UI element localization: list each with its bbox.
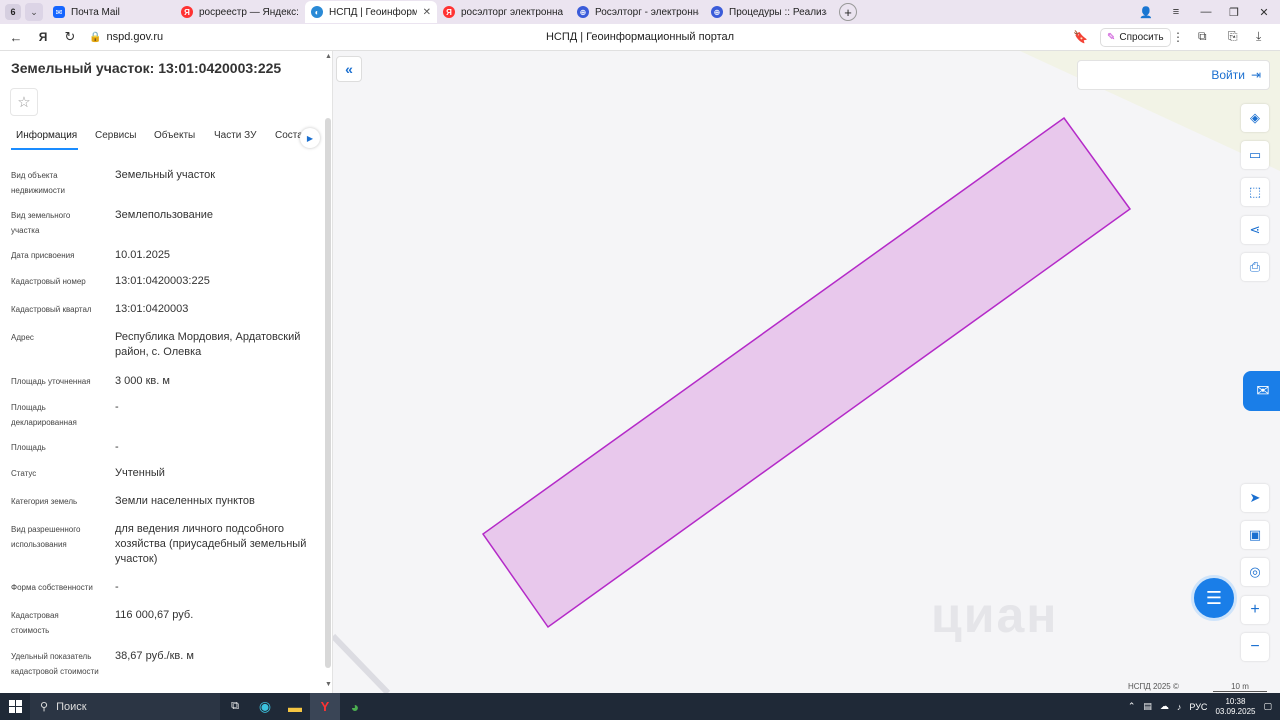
chrome-icon[interactable]: ◕ bbox=[340, 693, 370, 720]
collections-icon[interactable]: ⎘ bbox=[1228, 29, 1238, 44]
ask-button[interactable]: ✎ Спросить bbox=[1100, 28, 1171, 47]
print-icon[interactable]: ⎙ bbox=[1241, 253, 1269, 281]
map-canvas[interactable]: « Войти ⇥ ◈ ▭ ⬚ ⋖ ⎙ ✉ ➤ ▣ ◎ + − ☰ циан Н… bbox=[333, 51, 1280, 693]
reload-icon[interactable]: ↻ bbox=[59, 26, 81, 48]
tray-chevron-icon[interactable]: ⌃ bbox=[1128, 701, 1136, 712]
lock-icon: 🔒 bbox=[89, 31, 102, 43]
tabs-next-chevron-icon[interactable]: ▶ bbox=[300, 128, 320, 148]
map-copyright: НСПД 2025 © bbox=[1128, 682, 1179, 691]
ask-icon: ✎ bbox=[1107, 32, 1116, 43]
map-road-line bbox=[333, 633, 391, 693]
layers-icon[interactable]: ◈ bbox=[1241, 104, 1269, 132]
tab-procedures[interactable]: ⊕ Процедуры :: Реализация bbox=[705, 1, 833, 23]
edge-browser-icon[interactable]: ◉ bbox=[250, 693, 280, 720]
yandex-icon: Я bbox=[181, 6, 193, 18]
area-select-icon[interactable]: ⬚ bbox=[1241, 178, 1269, 206]
yandex-browser-icon[interactable]: Y bbox=[310, 693, 340, 720]
close-window-icon[interactable]: ✕ bbox=[1250, 0, 1278, 24]
extensions-icon[interactable]: ⧉ bbox=[1198, 29, 1207, 44]
zoom-in-icon[interactable]: + bbox=[1241, 596, 1269, 624]
login-arrow-icon: ⇥ bbox=[1250, 68, 1261, 82]
login-button[interactable]: Войти ⇥ bbox=[1077, 60, 1270, 90]
close-tab-icon[interactable]: ✕ bbox=[423, 7, 431, 18]
ruler-icon[interactable]: ▭ bbox=[1241, 141, 1269, 169]
side-widget-tab[interactable]: ✉ bbox=[1243, 371, 1280, 411]
bookmark-icon[interactable]: 🔖 bbox=[1073, 30, 1088, 44]
url-field[interactable]: 🔒 nspd.gov.ru bbox=[89, 31, 163, 43]
tab-objects[interactable]: Объекты bbox=[154, 130, 195, 141]
info-panel: Земельный участок: 13:01:0420003:225 ☆ И… bbox=[0, 51, 333, 693]
download-icon[interactable]: ⤓ bbox=[1256, 29, 1261, 44]
map-layer bbox=[333, 51, 1280, 693]
tab-nspd[interactable]: ◐ НСПД | Геоинформаци ✕ bbox=[305, 1, 437, 23]
tab-list-chevron-icon[interactable]: ⌄ bbox=[25, 3, 43, 21]
minimap-icon[interactable]: ▣ bbox=[1241, 521, 1269, 549]
yandex-logo-icon[interactable]: Я bbox=[32, 26, 54, 48]
watermark-text: циан bbox=[931, 587, 1059, 643]
navigate-arrow-icon[interactable]: ➤ bbox=[1241, 484, 1269, 512]
tab-yandex-search[interactable]: Я росреестр — Яндекс: нашлось bbox=[175, 1, 305, 23]
tab-parts[interactable]: Части ЗУ bbox=[214, 130, 256, 141]
system-tray: ⌃ ▤ ☁ ♪ РУС 10:38 03.09.2025 ▢ bbox=[1128, 693, 1280, 720]
share-icon[interactable]: ⋖ bbox=[1241, 216, 1269, 244]
info-tabs: Информация Сервисы Объекты Части ЗУ Сост… bbox=[0, 126, 322, 150]
active-tab-indicator bbox=[11, 148, 78, 150]
land-parcel-polygon[interactable] bbox=[481, 116, 1132, 629]
windows-start-icon[interactable] bbox=[0, 693, 30, 720]
collapse-panel-icon[interactable]: « bbox=[336, 56, 362, 82]
menu-icon[interactable]: ≡ bbox=[1162, 0, 1190, 24]
tab-count-badge[interactable]: 6 bbox=[5, 4, 21, 20]
task-view-icon[interactable]: ⧉ bbox=[220, 693, 250, 720]
address-bar: ← Я ↻ 🔒 nspd.gov.ru НСПД | Геоинформацио… bbox=[0, 24, 1280, 51]
clock[interactable]: 10:38 03.09.2025 bbox=[1215, 697, 1255, 717]
search-icon: ⚲ bbox=[40, 701, 49, 713]
cloud-icon[interactable]: ☁ bbox=[1160, 701, 1169, 712]
map-scale: 10 m bbox=[1213, 682, 1267, 692]
new-tab-plus-icon[interactable]: + bbox=[839, 3, 857, 21]
restore-icon[interactable]: ❐ bbox=[1220, 0, 1248, 24]
tab-composition[interactable]: Соста bbox=[275, 130, 303, 141]
tab-roseltorg[interactable]: ⊕ Росэлторг - электронная bbox=[571, 1, 705, 23]
scroll-down-arrow-icon[interactable]: ▼ bbox=[325, 681, 332, 688]
scroll-up-arrow-icon[interactable]: ▲ bbox=[325, 53, 332, 60]
minimize-icon[interactable]: — bbox=[1192, 0, 1220, 24]
file-explorer-icon[interactable]: ▬ bbox=[280, 693, 310, 720]
zoom-out-icon[interactable]: − bbox=[1241, 633, 1269, 661]
mail-icon: ✉ bbox=[53, 6, 65, 18]
geolocation-icon[interactable]: ◎ bbox=[1241, 558, 1269, 586]
nspd-icon: ◐ bbox=[311, 6, 323, 18]
page-title: НСПД | Геоинформационный портал bbox=[545, 31, 735, 43]
back-arrow-icon[interactable]: ← bbox=[5, 26, 27, 48]
roseltorg-icon: ⊕ bbox=[711, 6, 723, 18]
favorite-star-icon[interactable]: ☆ bbox=[10, 88, 38, 116]
panel-scrollbar[interactable] bbox=[325, 118, 331, 668]
browser-tabstrip: 6 ⌄ ✉ Почта Mail Я росреестр — Яндекс: н… bbox=[0, 0, 1280, 24]
tab-services[interactable]: Сервисы bbox=[95, 130, 136, 141]
chat-bubble-icon: ✉ bbox=[1256, 383, 1270, 400]
message-icon: ☰ bbox=[1205, 587, 1223, 608]
tab-information[interactable]: Информация bbox=[16, 130, 77, 141]
more-vertical-icon[interactable]: ⋮ bbox=[1172, 30, 1184, 44]
chat-button[interactable]: ☰ bbox=[1191, 575, 1237, 621]
windows-taskbar: ⚲ Поиск ⧉ ◉ ▬ Y ◕ ⌃ ▤ ☁ ♪ РУС 10:38 03.0… bbox=[0, 693, 1280, 720]
yandex-icon: Я bbox=[443, 6, 455, 18]
tab-roseltorg-search[interactable]: Я росэлторг электронная п bbox=[437, 1, 571, 23]
profile-icon[interactable]: 👤 bbox=[1132, 0, 1160, 24]
taskbar-search[interactable]: ⚲ Поиск bbox=[30, 693, 220, 720]
roseltorg-icon: ⊕ bbox=[577, 6, 589, 18]
tab-mail[interactable]: ✉ Почта Mail bbox=[47, 1, 175, 23]
notifications-icon[interactable]: ▢ bbox=[1263, 701, 1272, 712]
network-icon[interactable]: ▤ bbox=[1143, 701, 1152, 712]
parcel-title: Земельный участок: 13:01:0420003:225 bbox=[11, 60, 282, 76]
language-indicator[interactable]: РУС bbox=[1189, 702, 1207, 712]
volume-icon[interactable]: ♪ bbox=[1177, 702, 1182, 712]
